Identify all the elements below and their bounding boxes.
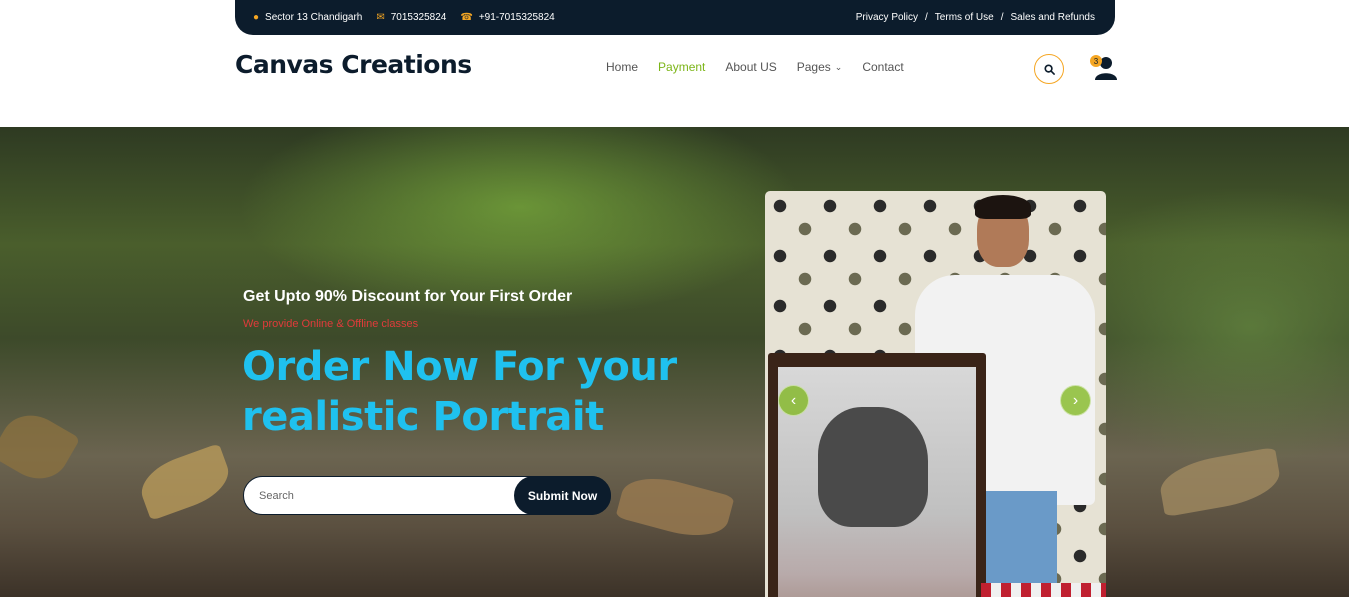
decorative-leaf (134, 443, 236, 521)
nav-pages[interactable]: Pages ⌄ (797, 60, 843, 74)
email-item[interactable]: ✉ 7015325824 (376, 12, 446, 23)
phone-icon: ☎ (460, 12, 473, 23)
search-button[interactable] (1034, 54, 1064, 84)
sales-refunds-link[interactable]: Sales and Refunds (1010, 12, 1095, 23)
submit-now-button[interactable]: Submit Now (514, 476, 611, 515)
privacy-policy-link[interactable]: Privacy Policy (856, 12, 918, 23)
terms-of-use-link[interactable]: Terms of Use (935, 12, 994, 23)
search-icon (1043, 63, 1055, 75)
slider-prev-button[interactable]: ‹ (778, 385, 809, 416)
main-nav: Home Payment About US Pages ⌄ Contact (606, 60, 924, 74)
address-item: ● Sector 13 Chandigarh (253, 12, 362, 23)
nav-about[interactable]: About US (725, 60, 776, 74)
nav-contact[interactable]: Contact (862, 60, 903, 74)
email-text[interactable]: 7015325824 (391, 12, 447, 23)
account-button[interactable]: 3 (1090, 55, 1118, 81)
slider-next-button[interactable]: › (1060, 385, 1091, 416)
decorative-leaf (1156, 446, 1284, 518)
link-separator: / (925, 12, 928, 23)
person-shape (977, 491, 1057, 597)
hero-subtitle: Get Upto 90% Discount for Your First Ord… (243, 288, 573, 305)
site-logo[interactable]: Canvas Creations (235, 50, 472, 79)
chevron-left-icon: ‹ (790, 391, 797, 409)
rug-shape (981, 583, 1106, 597)
envelope-icon: ✉ (376, 12, 385, 23)
phone-item[interactable]: ☎ +91-7015325824 (460, 12, 554, 23)
chevron-right-icon: › (1072, 391, 1079, 409)
hero-title: Order Now For your realistic Portrait (242, 344, 677, 440)
nav-home[interactable]: Home (606, 60, 638, 74)
hero-search-form: Submit Now (243, 476, 611, 515)
contact-info: ● Sector 13 Chandigarh ✉ 7015325824 ☎ +9… (253, 12, 569, 23)
phone-text[interactable]: +91-7015325824 (479, 12, 555, 23)
policy-links: Privacy Policy / Terms of Use / Sales an… (854, 12, 1097, 23)
top-bar: ● Sector 13 Chandigarh ✉ 7015325824 ☎ +9… (235, 0, 1115, 35)
hero-section: Get Upto 90% Discount for Your First Ord… (0, 127, 1349, 597)
nav-pages-label: Pages (796, 60, 831, 74)
hero-tagline: We provide Online & Offline classes (243, 318, 419, 330)
cart-count-badge: 3 (1090, 55, 1102, 67)
elephant-shape (818, 407, 928, 527)
hero-search-input[interactable] (259, 487, 499, 505)
decorative-leaf (0, 403, 81, 491)
map-marker-icon: ● (253, 12, 260, 23)
link-separator: / (1000, 12, 1004, 23)
nav-payment[interactable]: Payment (658, 60, 705, 74)
address-text: Sector 13 Chandigarh (265, 12, 363, 23)
chevron-down-icon: ⌄ (834, 61, 843, 72)
decorative-leaf (615, 468, 735, 546)
hero-slider-image: ‹ › (765, 191, 1106, 597)
person-shape (975, 195, 1031, 219)
